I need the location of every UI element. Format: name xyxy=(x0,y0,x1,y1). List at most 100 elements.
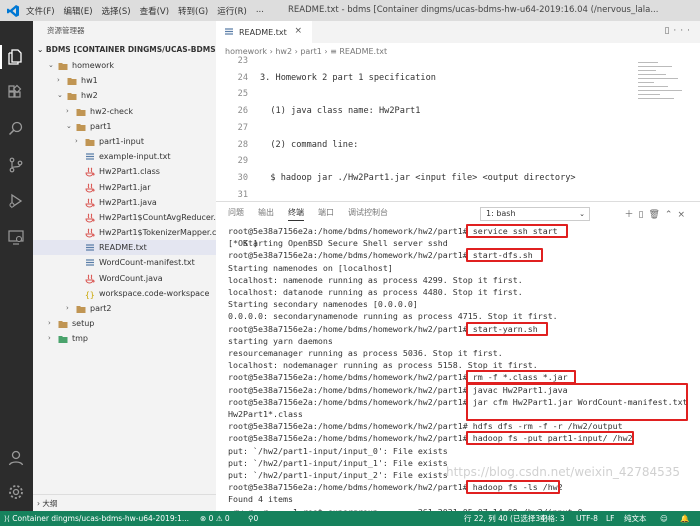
extensions-icon[interactable] xyxy=(7,84,25,102)
terminal-select-value: 1: bash xyxy=(486,209,516,218)
line-number: 23 xyxy=(237,56,248,66)
text-file-icon xyxy=(225,28,233,35)
folder-item[interactable]: › hw1 xyxy=(33,73,216,88)
menu-item[interactable]: ... xyxy=(256,5,264,17)
folder-icon xyxy=(58,319,68,329)
text-icon xyxy=(85,243,95,253)
menu-item[interactable]: 文件(F) xyxy=(26,5,55,17)
folder-icon xyxy=(76,107,86,117)
outline-section[interactable]: › 大纲 xyxy=(33,494,216,511)
minimap[interactable] xyxy=(636,60,686,120)
terminal-line: resourcemanager running as process 5036.… xyxy=(228,348,503,358)
cursor-position[interactable]: 行 22, 列 40 (已选择34) xyxy=(464,511,548,526)
menu-item[interactable]: 运行(R) xyxy=(217,5,247,17)
terminal-line: Starting namenodes on [localhost] xyxy=(228,262,393,273)
source-control-icon[interactable] xyxy=(7,156,25,174)
close-icon[interactable]: × xyxy=(294,26,302,36)
terminal-line: starting yarn daemons xyxy=(228,335,333,346)
menu-item[interactable]: 转到(G) xyxy=(178,5,208,17)
problems-indicator[interactable]: ⊗ 0 ⚠ 0 xyxy=(200,511,230,526)
java-icon xyxy=(85,198,95,208)
encoding[interactable]: UTF-8 xyxy=(576,511,598,526)
file-item[interactable]: example-input.txt xyxy=(33,149,216,164)
run-debug-icon[interactable] xyxy=(7,192,25,210)
close-panel-icon[interactable]: × xyxy=(677,210,690,220)
terminal-line: put: `/hw2/part1-input/input_0': File ex… xyxy=(228,445,448,456)
feedback-icon[interactable]: ☺ xyxy=(660,511,668,526)
java-icon xyxy=(85,228,95,238)
folder-item[interactable]: › setup xyxy=(33,316,216,331)
folder-item[interactable]: › part1-input xyxy=(33,134,216,149)
settings-gear-icon[interactable] xyxy=(7,483,25,501)
new-terminal-icon[interactable]: ＋ xyxy=(625,210,639,220)
tree-item-label: Hw2Part1$TokenizerMapper.cl... xyxy=(99,228,216,238)
highlight-box xyxy=(466,248,543,263)
file-item[interactable]: Hw2Part1.jar xyxy=(33,180,216,195)
editor-actions: ▯··· xyxy=(664,26,694,36)
menu-item[interactable]: 选择(S) xyxy=(102,5,131,17)
split-terminal-icon[interactable]: ▯ xyxy=(639,210,649,220)
tree-item-label: setup xyxy=(72,319,95,329)
outline-label: 大纲 xyxy=(42,499,58,508)
tree-item-label: part1-input xyxy=(99,136,144,146)
status-bar: ⟩⟨ Container dingms/ucas-bdms-hw-u64-201… xyxy=(0,511,700,526)
tree-item-label: WordCount-manifest.txt xyxy=(99,258,195,268)
watermark: https://blog.csdn.net/weixin_42784535 xyxy=(445,465,680,479)
account-icon[interactable] xyxy=(7,449,25,467)
file-item[interactable]: WordCount-manifest.txt xyxy=(33,255,216,270)
workspace-root-label: BDMS [CONTAINER DINGMS/UCAS-BDMS-H... xyxy=(45,45,216,54)
file-item[interactable]: Hw2Part1$CountAvgReducer.c... xyxy=(33,210,216,225)
panel-tab[interactable]: 问题 xyxy=(228,207,244,221)
line-number: 26 xyxy=(237,106,248,117)
terminal-line: put: `/hw2/part1-input/input_2': File ex… xyxy=(228,470,448,480)
file-item[interactable]: Hw2Part1.class xyxy=(33,164,216,179)
panel-tab[interactable]: 调试控制台 xyxy=(348,207,388,221)
file-item[interactable]: Hw2Part1$TokenizerMapper.cl... xyxy=(33,225,216,240)
folder-item[interactable]: ⌄ homework xyxy=(33,58,216,73)
file-item[interactable]: WordCount.java xyxy=(33,271,216,286)
code-view[interactable]: 23 24 3. Homework 2 part 1 specification 25… xyxy=(216,56,636,233)
language-mode[interactable]: 纯文本 xyxy=(624,511,647,526)
tree-item-label: Hw2Part1.java xyxy=(99,197,157,207)
explorer-icon[interactable] xyxy=(7,48,25,66)
chevron-right-icon: › xyxy=(66,304,69,312)
end-of-line[interactable]: LF xyxy=(606,511,615,526)
vscode-logo-icon xyxy=(7,4,19,17)
menu-item[interactable]: 查看(V) xyxy=(140,5,169,17)
trash-icon[interactable]: 🗑 xyxy=(648,210,664,220)
file-item[interactable]: README.txt xyxy=(33,240,216,256)
tab-readme[interactable]: README.txt × xyxy=(216,21,312,43)
file-item[interactable]: Hw2Part1.java xyxy=(33,195,216,210)
terminal-line: put: `/hw2/part1-input/input_1': File ex… xyxy=(228,457,448,468)
tree-item-label: part2 xyxy=(90,304,112,313)
folder-item[interactable]: ⌄ hw2 xyxy=(33,88,216,103)
json-icon: {} xyxy=(85,289,95,299)
maximize-icon[interactable]: ⌃ xyxy=(665,210,678,220)
panel-tab[interactable]: 终端 xyxy=(288,207,304,221)
remote-explorer-icon[interactable] xyxy=(7,228,25,246)
folder-item[interactable]: › part2 xyxy=(33,301,216,316)
ports-indicator[interactable]: ⚲0 xyxy=(248,511,258,526)
notifications-icon[interactable]: 🔔 xyxy=(680,511,689,526)
panel-tab[interactable]: 端口 xyxy=(318,207,334,221)
folder-item[interactable]: › hw2-check xyxy=(33,104,216,119)
svg-text:{}: {} xyxy=(85,290,95,299)
remote-indicator[interactable]: ⟩⟨ Container dingms/ucas-bdms-hw-u64-201… xyxy=(0,511,194,526)
breadcrumb[interactable]: homework › hw2 › part1 › ≡ README.txt xyxy=(216,43,700,60)
chevron-right-icon: › xyxy=(48,334,51,343)
workspace-root[interactable]: ⌄ BDMS [CONTAINER DINGMS/UCAS-BDMS-H... xyxy=(33,41,216,58)
search-icon[interactable] xyxy=(7,120,25,138)
indentation[interactable]: 空格: 3 xyxy=(540,511,565,526)
chevron-down-icon: ⌄ xyxy=(66,121,72,130)
terminal-select[interactable]: 1: bash ⌄ xyxy=(480,207,590,221)
folder-item[interactable]: › tmp xyxy=(33,331,216,346)
folder-item[interactable]: ⌄ part1 xyxy=(33,119,216,134)
ok-status: [ OK ] xyxy=(228,238,258,249)
more-actions-icon[interactable]: ··· xyxy=(673,26,694,36)
tree-item-label: WordCount.java xyxy=(99,273,163,283)
file-item[interactable]: {} workspace.code-workspace xyxy=(33,286,216,301)
chevron-down-icon: ⌄ xyxy=(579,210,585,218)
menu-item[interactable]: 编辑(E) xyxy=(64,5,93,17)
panel-tab[interactable]: 输出 xyxy=(258,207,274,221)
terminal-line: localhost: namenode running as process 4… xyxy=(228,274,523,285)
